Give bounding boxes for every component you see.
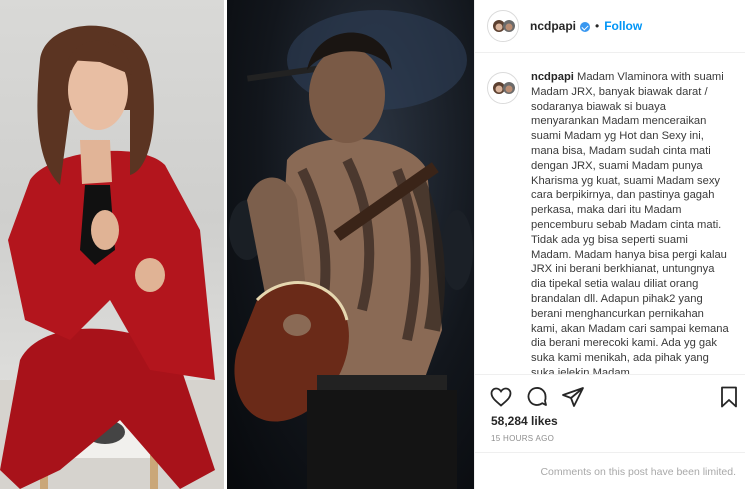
avatar[interactable] — [487, 10, 519, 42]
verified-badge-icon — [580, 22, 591, 32]
caption-avatar[interactable] — [487, 72, 519, 104]
caption-area: ncdpapi Madam Vlaminora with suami Madam… — [475, 54, 745, 374]
follow-button[interactable]: Follow — [604, 19, 642, 33]
post-header: ncdpapi • Follow — [475, 0, 745, 53]
guitarist-photo — [227, 0, 474, 489]
bookmark-icon[interactable] — [717, 385, 741, 409]
caption-username[interactable]: ncdpapi — [531, 71, 574, 83]
post-actions: 58,284 likes — [475, 374, 745, 434]
post-panel: ncdpapi • Follow ncdpapi Madam Vlaminora… — [474, 0, 745, 489]
share-icon[interactable] — [561, 385, 585, 409]
separator-dot: • — [595, 19, 600, 33]
post-caption: ncdpapi Madam Vlaminora with suami Madam… — [531, 70, 731, 374]
heart-icon[interactable] — [489, 385, 513, 409]
username-link[interactable]: ncdpapi — [530, 19, 576, 33]
likes-count[interactable]: 58,284 likes — [491, 414, 558, 428]
comment-icon[interactable] — [525, 385, 549, 409]
post-image[interactable] — [0, 0, 474, 489]
comments-limited-notice: Comments on this post have been limited. — [475, 452, 745, 489]
caption-text: Madam Vlaminora with suami Madam JRX, ba… — [531, 71, 729, 374]
post-timestamp[interactable]: 15 HOURS AGO — [491, 434, 554, 443]
woman-photo — [0, 0, 224, 489]
